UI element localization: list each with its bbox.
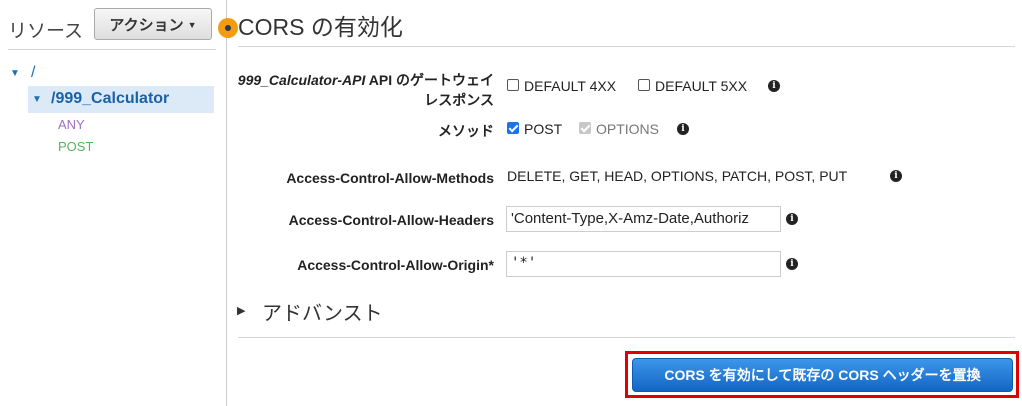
title-divider [238, 46, 1015, 47]
tree-method-any[interactable]: ANY [58, 117, 85, 132]
allow-methods-value: DELETE, GET, HEAD, OPTIONS, PATCH, POST,… [507, 168, 848, 184]
info-icon[interactable]: i [786, 258, 798, 270]
default-4xx-label: DEFAULT 4XX [524, 78, 617, 94]
method-label: メソッド [438, 123, 494, 139]
default-5xx-label: DEFAULT 5XX [655, 78, 748, 94]
tree-method-post[interactable]: POST [58, 139, 93, 154]
expand-caret-icon[interactable]: ▼ [32, 94, 42, 105]
options-checkbox [579, 122, 591, 134]
api-name: 999_Calculator-API [237, 72, 366, 88]
tree-item-999-calculator[interactable]: /999_Calculator [51, 90, 169, 108]
options-label: OPTIONS [596, 121, 660, 137]
actions-label: アクション [109, 16, 184, 34]
post-checkbox[interactable] [507, 122, 519, 134]
advanced-toggle[interactable]: アドバンスト [262, 297, 383, 326]
info-icon[interactable]: i [890, 170, 902, 182]
allow-methods-label: Access-Control-Allow-Methods [286, 170, 494, 186]
post-label: POST [524, 121, 563, 137]
panel-splitter[interactable] [226, 0, 227, 406]
default-5xx-checkbox[interactable] [638, 79, 650, 91]
resources-panel: リソース アクション ▼ ▼ / ▼ /999_Calculator ANY P… [0, 0, 226, 406]
resources-title: リソース [8, 21, 84, 42]
allow-origin-input[interactable]: '*' [506, 251, 781, 277]
default-4xx-checkbox[interactable] [507, 79, 519, 91]
allow-origin-label: Access-Control-Allow-Origin* [297, 257, 494, 273]
info-icon[interactable]: i [677, 123, 689, 135]
panel-toggle-icon[interactable] [218, 18, 238, 38]
page-title: CORS の有効化 [238, 14, 403, 40]
section-divider [238, 337, 1015, 338]
gateway-responses-label: 999_Calculator-API API のゲートウェイレスポンス [234, 70, 494, 110]
info-icon[interactable]: i [768, 80, 780, 92]
allow-headers-input[interactable]: 'Content-Type,X-Amz-Date,Authoriz [506, 206, 781, 232]
caret-down-icon: ▼ [187, 20, 197, 30]
info-icon[interactable]: i [786, 213, 798, 225]
tree-item-root[interactable]: / [31, 64, 35, 82]
expand-triangle-icon[interactable]: ▶ [237, 304, 245, 317]
allow-headers-label: Access-Control-Allow-Headers [288, 212, 494, 228]
enable-cors-button[interactable]: CORS を有効にして既存の CORS ヘッダーを置換 [632, 358, 1013, 392]
actions-dropdown-button[interactable]: アクション ▼ [94, 8, 212, 40]
expand-caret-icon[interactable]: ▼ [10, 68, 20, 79]
gateway-responses-text: API のゲートウェイレスポンス [365, 72, 494, 108]
panel-divider [8, 49, 216, 50]
